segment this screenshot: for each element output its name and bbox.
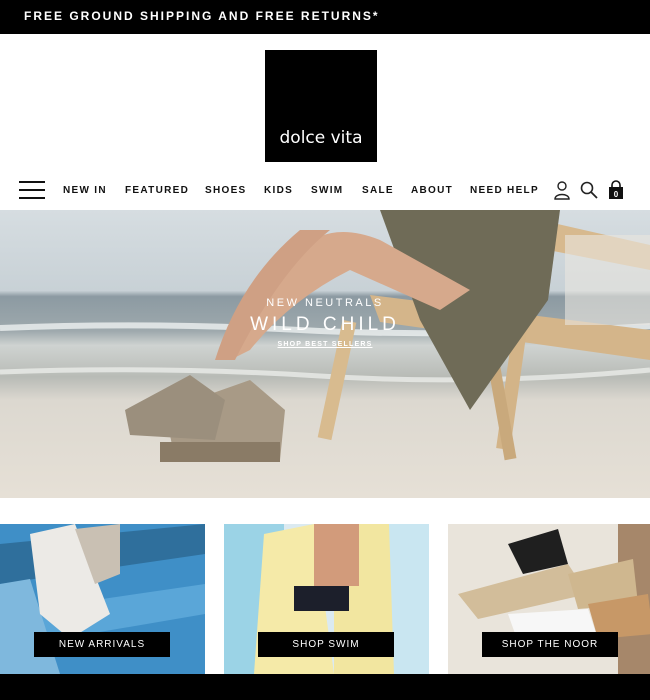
nav-item-kids[interactable]: KIDS: [264, 185, 293, 196]
tile-shop-the-noor[interactable]: SHOP THE NOOR: [448, 524, 650, 674]
cart-icon[interactable]: 0: [607, 180, 625, 200]
bottom-bar: [0, 674, 650, 700]
nav-item-need-help[interactable]: NEED HELP: [470, 185, 539, 196]
nav-item-sale[interactable]: SALE: [362, 185, 394, 196]
nav-item-swim[interactable]: SWIM: [311, 185, 343, 196]
hero-image: [0, 210, 650, 462]
promo-text: FREE GROUND SHIPPING AND FREE RETURNS*: [24, 9, 380, 23]
hero-cta-link[interactable]: SHOP BEST SELLERS: [0, 341, 650, 348]
cart-count: 0: [614, 190, 619, 199]
menu-icon[interactable]: [19, 181, 45, 199]
new-arrivals-button[interactable]: NEW ARRIVALS: [34, 632, 170, 657]
nav-item-about[interactable]: ABOUT: [411, 185, 453, 196]
shop-swim-button[interactable]: SHOP SWIM: [258, 632, 394, 657]
nav-item-shoes[interactable]: SHOES: [205, 185, 247, 196]
nav-item-new-in[interactable]: NEW IN: [63, 185, 107, 196]
brand-logo[interactable]: dolce vita: [265, 50, 377, 162]
hero-subtitle: NEW NEUTRALS: [266, 297, 384, 309]
hero-banner[interactable]: NEW NEUTRALS WILD CHILD SHOP BEST SELLER…: [0, 210, 650, 498]
main-nav: NEW IN FEATURED SHOES KIDS SWIM SALE ABO…: [0, 170, 650, 210]
hero-title: WILD CHILD: [250, 314, 400, 335]
tile-shop-swim[interactable]: SHOP SWIM: [224, 524, 429, 674]
logo-text: dolce vita: [279, 128, 363, 148]
search-icon[interactable]: [580, 180, 598, 200]
tile-new-arrivals[interactable]: NEW ARRIVALS: [0, 524, 205, 674]
account-icon[interactable]: [553, 180, 571, 200]
nav-item-featured[interactable]: FEATURED: [125, 185, 189, 196]
shop-the-noor-button[interactable]: SHOP THE NOOR: [482, 632, 618, 657]
promo-bar: FREE GROUND SHIPPING AND FREE RETURNS*: [0, 0, 650, 34]
